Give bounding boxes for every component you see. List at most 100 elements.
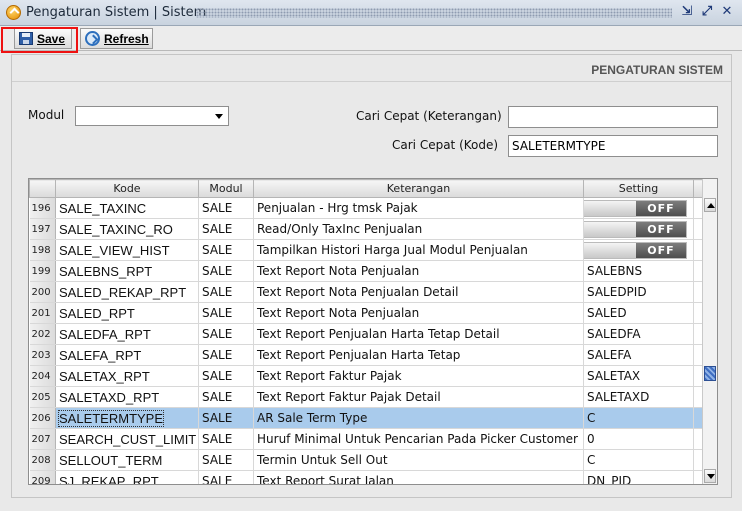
scroll-up-icon[interactable] bbox=[704, 198, 716, 212]
table-row[interactable]: 208 SELLOUT_TERM SALE Termin Untuk Sell Out… bbox=[29, 449, 704, 471]
maximize-icon[interactable]: ⤢ bbox=[699, 4, 715, 20]
cell-modul[interactable]: SALE bbox=[198, 302, 254, 324]
row-number[interactable]: 208 bbox=[29, 449, 56, 471]
table-row[interactable]: 197 SALE_TAXINC_RO SALE Read/Only TaxInc Pe… bbox=[29, 218, 704, 240]
cell-modul[interactable]: SALE bbox=[198, 323, 254, 345]
table-row[interactable]: 204 SALETAX_RPT SALE Text Report Faktur Paj… bbox=[29, 365, 704, 387]
scroll-thumb[interactable] bbox=[704, 366, 716, 381]
cell-kode[interactable]: SALETERMTYPE bbox=[55, 407, 199, 429]
table-row[interactable]: 198 SALE_VIEW_HIST SALE Tampilkan Histori H… bbox=[29, 239, 704, 261]
cell-setting[interactable]: SALETAXD bbox=[583, 386, 694, 408]
table-row[interactable]: 199 SALEBNS_RPT SALE Text Report Nota Penju… bbox=[29, 260, 704, 282]
table-row[interactable]: 201 SALED_RPT SALE Text Report Nota Penjual… bbox=[29, 302, 704, 324]
cell-keterangan[interactable]: Text Report Faktur Pajak Detail bbox=[253, 386, 584, 408]
cell-keterangan[interactable]: Read/Only TaxInc Penjualan bbox=[253, 218, 584, 240]
table-row[interactable]: 203 SALEFA_RPT SALE Text Report Penjualan H… bbox=[29, 344, 704, 366]
row-number[interactable]: 201 bbox=[29, 302, 56, 324]
cell-kode[interactable]: SALE_VIEW_HIST bbox=[55, 239, 199, 261]
cari-keterangan-input[interactable] bbox=[508, 106, 718, 128]
cell-setting[interactable]: DN_PID bbox=[583, 470, 694, 484]
cell-kode[interactable]: SJ_REKAP_RPT bbox=[55, 470, 199, 484]
row-number[interactable]: 200 bbox=[29, 281, 56, 303]
cell-keterangan[interactable]: Penjualan - Hrg tmsk Pajak bbox=[253, 197, 584, 219]
column-header-keterangan[interactable]: Keterangan bbox=[253, 179, 584, 198]
cell-kode[interactable]: SALE_TAXINC bbox=[55, 197, 199, 219]
cell-modul[interactable]: SALE bbox=[198, 449, 254, 471]
table-row[interactable]: 200 SALED_REKAP_RPT SALE Text Report Nota P… bbox=[29, 281, 704, 303]
cell-modul[interactable]: SALE bbox=[198, 365, 254, 387]
cell-kode[interactable]: SEARCH_CUST_LIMIT bbox=[55, 428, 199, 450]
cell-keterangan[interactable]: Text Report Faktur Pajak bbox=[253, 365, 584, 387]
cell-modul[interactable]: SALE bbox=[198, 428, 254, 450]
table-row[interactable]: 206 SALETERMTYPE SALE AR Sale Term Type C bbox=[29, 407, 704, 429]
row-number[interactable]: 203 bbox=[29, 344, 56, 366]
column-header-modul[interactable]: Modul bbox=[198, 179, 254, 198]
cell-modul[interactable]: SALE bbox=[198, 260, 254, 282]
cell-kode[interactable]: SALED_RPT bbox=[55, 302, 199, 324]
cell-keterangan[interactable]: Text Report Nota Penjualan Detail bbox=[253, 281, 584, 303]
column-header-setting[interactable]: Setting bbox=[583, 179, 694, 198]
title-grip[interactable] bbox=[196, 8, 672, 18]
chevron-down-icon[interactable] bbox=[215, 114, 223, 119]
row-number[interactable]: 209 bbox=[29, 470, 56, 484]
cell-modul[interactable]: SALE bbox=[198, 239, 254, 261]
cell-modul[interactable]: SALE bbox=[198, 281, 254, 303]
setting-toggle[interactable]: OFF bbox=[583, 241, 687, 259]
cell-setting[interactable]: C bbox=[583, 449, 694, 471]
cell-keterangan[interactable]: AR Sale Term Type bbox=[253, 407, 584, 429]
cell-modul[interactable]: SALE bbox=[198, 386, 254, 408]
vertical-scrollbar[interactable] bbox=[702, 179, 717, 484]
cell-kode[interactable]: SALEDFA_RPT bbox=[55, 323, 199, 345]
cell-setting[interactable]: SALEDFA bbox=[583, 323, 694, 345]
cell-keterangan[interactable]: Text Report Nota Penjualan bbox=[253, 302, 584, 324]
cell-kode[interactable]: SALEFA_RPT bbox=[55, 344, 199, 366]
cell-modul[interactable]: SALE bbox=[198, 344, 254, 366]
table-row[interactable]: 205 SALETAXD_RPT SALE Text Report Faktur Pa… bbox=[29, 386, 704, 408]
cell-setting[interactable]: OFF bbox=[583, 218, 694, 240]
cell-modul[interactable]: SALE bbox=[198, 197, 254, 219]
cell-setting[interactable]: SALEBNS bbox=[583, 260, 694, 282]
cell-setting[interactable]: OFF bbox=[583, 239, 694, 261]
cell-setting[interactable]: SALEDPID bbox=[583, 281, 694, 303]
cell-keterangan[interactable]: Text Report Surat Jalan bbox=[253, 470, 584, 484]
table-row[interactable]: 202 SALEDFA_RPT SALE Text Report Penjualan … bbox=[29, 323, 704, 345]
scroll-down-icon[interactable] bbox=[704, 469, 716, 483]
cell-setting[interactable]: 0 bbox=[583, 428, 694, 450]
cell-modul[interactable]: SALE bbox=[198, 218, 254, 240]
close-icon[interactable]: ✕ bbox=[719, 4, 735, 20]
setting-toggle[interactable]: OFF bbox=[583, 199, 687, 217]
refresh-button[interactable]: Refresh bbox=[80, 28, 153, 49]
cell-kode[interactable]: SALE_TAXINC_RO bbox=[55, 218, 199, 240]
row-number[interactable]: 205 bbox=[29, 386, 56, 408]
cell-kode[interactable]: SALED_REKAP_RPT bbox=[55, 281, 199, 303]
cell-setting[interactable]: C bbox=[583, 407, 694, 429]
cell-keterangan[interactable]: Huruf Minimal Untuk Pencarian Pada Picke… bbox=[253, 428, 584, 450]
table-row[interactable]: 196 SALE_TAXINC SALE Penjualan - Hrg tmsk P… bbox=[29, 197, 704, 219]
row-number[interactable]: 198 bbox=[29, 239, 56, 261]
modul-select[interactable] bbox=[75, 106, 229, 126]
row-number[interactable]: 197 bbox=[29, 218, 56, 240]
cell-keterangan[interactable]: Tampilkan Histori Harga Jual Modul Penju… bbox=[253, 239, 584, 261]
row-number[interactable]: 206 bbox=[29, 407, 56, 429]
cell-kode[interactable]: SELLOUT_TERM bbox=[55, 449, 199, 471]
cell-setting[interactable]: SALETAX bbox=[583, 365, 694, 387]
cell-keterangan[interactable]: Text Report Penjualan Harta Tetap bbox=[253, 344, 584, 366]
row-number[interactable]: 204 bbox=[29, 365, 56, 387]
cell-keterangan[interactable]: Termin Untuk Sell Out bbox=[253, 449, 584, 471]
cell-kode[interactable]: SALETAX_RPT bbox=[55, 365, 199, 387]
row-number[interactable]: 202 bbox=[29, 323, 56, 345]
cell-modul[interactable]: SALE bbox=[198, 407, 254, 429]
setting-toggle[interactable]: OFF bbox=[583, 220, 687, 238]
cell-keterangan[interactable]: Text Report Penjualan Harta Tetap Detail bbox=[253, 323, 584, 345]
cell-setting[interactable]: OFF bbox=[583, 197, 694, 219]
column-header-kode[interactable]: Kode bbox=[55, 179, 199, 198]
table-row[interactable]: 209 SJ_REKAP_RPT SALE Text Report Surat Jal… bbox=[29, 470, 704, 484]
cari-kode-input[interactable] bbox=[508, 135, 718, 157]
row-number[interactable]: 207 bbox=[29, 428, 56, 450]
cell-kode[interactable]: SALEBNS_RPT bbox=[55, 260, 199, 282]
cell-keterangan[interactable]: Text Report Nota Penjualan bbox=[253, 260, 584, 282]
cell-setting[interactable]: SALEFA bbox=[583, 344, 694, 366]
row-number[interactable]: 196 bbox=[29, 197, 56, 219]
cell-kode[interactable]: SALETAXD_RPT bbox=[55, 386, 199, 408]
cell-setting[interactable]: SALED bbox=[583, 302, 694, 324]
